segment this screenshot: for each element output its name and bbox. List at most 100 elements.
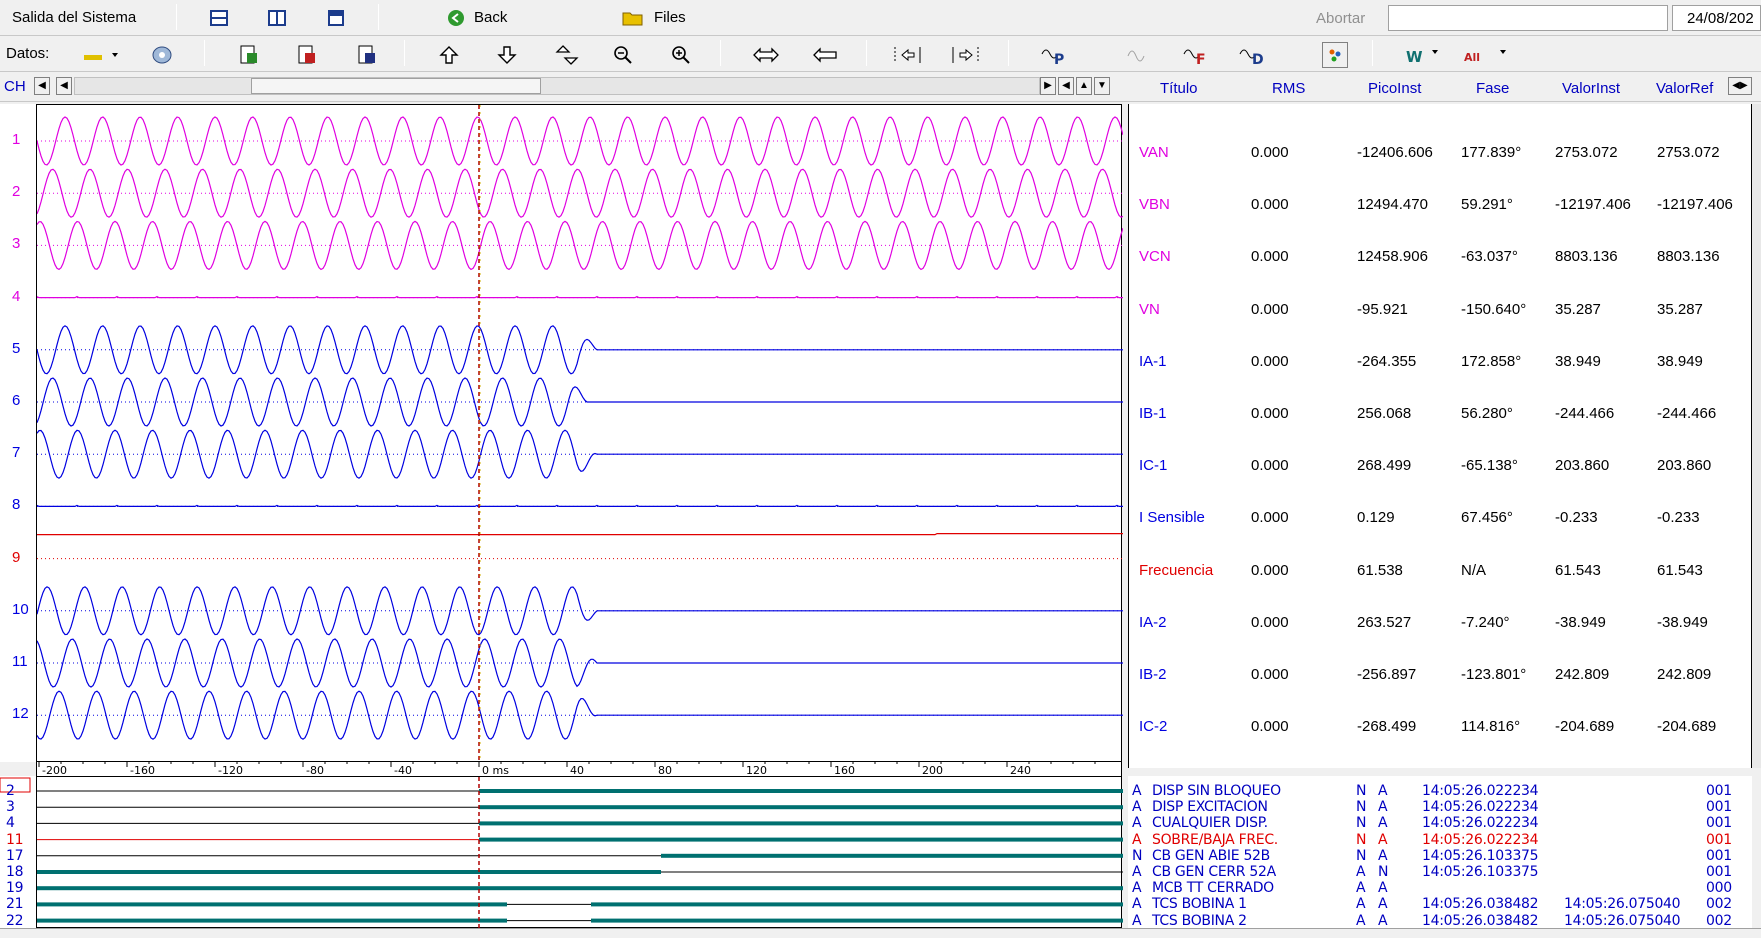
export-r-icon[interactable] bbox=[296, 44, 318, 66]
inst-value: -38.949 bbox=[1555, 613, 1606, 631]
zoom-out-icon[interactable] bbox=[612, 44, 634, 66]
scrollbar-thumb[interactable] bbox=[251, 78, 541, 94]
export-c-icon[interactable] bbox=[356, 44, 378, 66]
cursor-right-icon[interactable] bbox=[950, 44, 982, 66]
digital-channel-number: 17 bbox=[6, 847, 24, 864]
col-phase-header[interactable]: Fase bbox=[1476, 80, 1509, 97]
inst-value: 8803.136 bbox=[1555, 248, 1618, 266]
col-peak-header[interactable]: PicoInst bbox=[1368, 80, 1421, 97]
phase-value: 172.858° bbox=[1461, 352, 1522, 370]
layout-columns-icon[interactable] bbox=[266, 8, 288, 28]
channel-number: 6 bbox=[12, 392, 21, 409]
digital-on-bar bbox=[37, 902, 507, 907]
export-p-icon[interactable] bbox=[238, 44, 260, 66]
rms-value: 0.000 bbox=[1251, 248, 1289, 266]
window-icon[interactable] bbox=[325, 8, 347, 28]
digital-time-1: 14:05:26.103375 bbox=[1422, 847, 1539, 864]
compress-horizontal-icon[interactable] bbox=[812, 44, 840, 66]
database-icon[interactable] bbox=[150, 44, 174, 66]
channel-trace bbox=[36, 295, 1123, 299]
waveform-w-dropdown-icon[interactable]: W bbox=[1404, 44, 1444, 66]
highlighter-dropdown-icon[interactable] bbox=[82, 46, 122, 64]
axis-tick-label: 120 bbox=[746, 764, 767, 776]
scroll-left-button[interactable]: ◀ bbox=[56, 77, 72, 95]
rms-value: 0.000 bbox=[1251, 561, 1289, 579]
all-channels-dropdown-icon[interactable]: All bbox=[1462, 44, 1512, 66]
digital-time-1: 14:05:26.022234 bbox=[1422, 831, 1539, 848]
settings-dots-icon[interactable] bbox=[1322, 42, 1348, 68]
arrow-down-icon[interactable] bbox=[496, 44, 518, 66]
channel-trace bbox=[36, 638, 1123, 688]
channel-header-bar: CH ◀ ◀ ▶ ◀ ▲ ▼ Título RMS PicoInst Fase … bbox=[0, 72, 1761, 102]
ref-value: 2753.072 bbox=[1657, 144, 1720, 161]
digital-name: MCB TT CERRADO bbox=[1152, 880, 1274, 897]
digital-channel-number: 22 bbox=[6, 912, 24, 929]
digital-state-1: N bbox=[1356, 783, 1367, 799]
col-ref-header[interactable]: ValorRef bbox=[1656, 80, 1713, 97]
scroll-first-button[interactable]: ◀ bbox=[34, 77, 50, 95]
digital-count: 001 bbox=[1706, 783, 1732, 799]
digital-channel-number: 3 bbox=[6, 799, 15, 816]
digital-time-2: 14:05:26.075040 bbox=[1564, 912, 1681, 929]
inst-value: 35.287 bbox=[1555, 300, 1601, 318]
layout-rows-icon[interactable] bbox=[208, 8, 230, 28]
col-title-header[interactable]: Título bbox=[1160, 80, 1198, 97]
digital-plot[interactable] bbox=[36, 776, 1123, 929]
back-icon[interactable] bbox=[446, 8, 466, 28]
rms-value: 0.000 bbox=[1251, 352, 1289, 370]
channel-number: 10 bbox=[12, 600, 29, 618]
digital-flag: A bbox=[1132, 864, 1142, 880]
separator bbox=[720, 40, 721, 66]
waveform-plot[interactable] bbox=[36, 104, 1124, 763]
rms-value: 0.000 bbox=[1251, 718, 1289, 736]
digital-state-1: A bbox=[1356, 896, 1366, 913]
channel-trace bbox=[36, 168, 1124, 218]
inst-value: -204.689 bbox=[1555, 718, 1615, 736]
scroll-last-button[interactable]: ◀ bbox=[1058, 77, 1074, 95]
abort-button[interactable]: Abortar bbox=[1316, 10, 1365, 27]
inst-value: -244.466 bbox=[1555, 405, 1615, 422]
system-output-button[interactable]: Salida del Sistema bbox=[12, 9, 136, 26]
channel-title: Frecuencia bbox=[1139, 561, 1214, 579]
digital-on-bar bbox=[479, 837, 1123, 842]
axis-tick-label: -200 bbox=[42, 764, 67, 776]
column-scroll-button[interactable]: ◀▶ bbox=[1728, 77, 1752, 95]
main-toolbar: Salida del Sistema Back Files Abortar 24… bbox=[0, 0, 1761, 36]
digital-name: DISP EXCITACION bbox=[1152, 799, 1268, 816]
separator bbox=[1008, 40, 1009, 66]
channel-trace bbox=[36, 325, 1123, 375]
back-button[interactable]: Back bbox=[474, 9, 507, 26]
digital-on-bar bbox=[479, 805, 1123, 810]
scroll-down-button[interactable]: ▼ bbox=[1094, 77, 1110, 95]
status-bar bbox=[0, 928, 1761, 938]
digital-flag: A bbox=[1132, 831, 1142, 848]
digital-time-1: 14:05:26.022234 bbox=[1422, 815, 1539, 832]
folder-icon[interactable] bbox=[622, 8, 646, 28]
expand-horizontal-icon[interactable] bbox=[752, 44, 780, 66]
phasor-p-icon[interactable]: P bbox=[1040, 44, 1070, 66]
move-vertical-icon[interactable] bbox=[554, 44, 580, 66]
digital-state-2: N bbox=[1378, 864, 1389, 880]
arrow-up-icon[interactable] bbox=[438, 44, 460, 66]
peak-value: 263.527 bbox=[1357, 613, 1412, 631]
inst-value: 2753.072 bbox=[1555, 144, 1618, 161]
scroll-right-button[interactable]: ▶ bbox=[1040, 77, 1056, 95]
fault-f-icon[interactable]: F bbox=[1182, 44, 1212, 66]
phase-value: 56.280° bbox=[1461, 405, 1513, 422]
peak-value: 12494.470 bbox=[1357, 196, 1428, 214]
data-d-icon[interactable]: D bbox=[1238, 44, 1268, 66]
scroll-up-button[interactable]: ▲ bbox=[1076, 77, 1092, 95]
files-button[interactable]: Files bbox=[654, 9, 686, 26]
digital-state-2: A bbox=[1378, 831, 1388, 848]
cursor-left-icon[interactable] bbox=[892, 44, 924, 66]
horizontal-scrollbar[interactable] bbox=[74, 77, 1040, 95]
zoom-in-icon[interactable] bbox=[670, 44, 692, 66]
digital-state-1: A bbox=[1356, 864, 1366, 880]
ref-value: 35.287 bbox=[1657, 300, 1703, 318]
col-rms-header[interactable]: RMS bbox=[1272, 80, 1305, 97]
col-inst-header[interactable]: ValorInst bbox=[1562, 80, 1620, 97]
data-toolbar: Datos: P F D W All bbox=[0, 36, 1761, 72]
table-vertical-scrollbar[interactable] bbox=[1752, 104, 1761, 768]
svg-text:F: F bbox=[1196, 52, 1206, 66]
ref-value: -38.949 bbox=[1657, 613, 1708, 631]
